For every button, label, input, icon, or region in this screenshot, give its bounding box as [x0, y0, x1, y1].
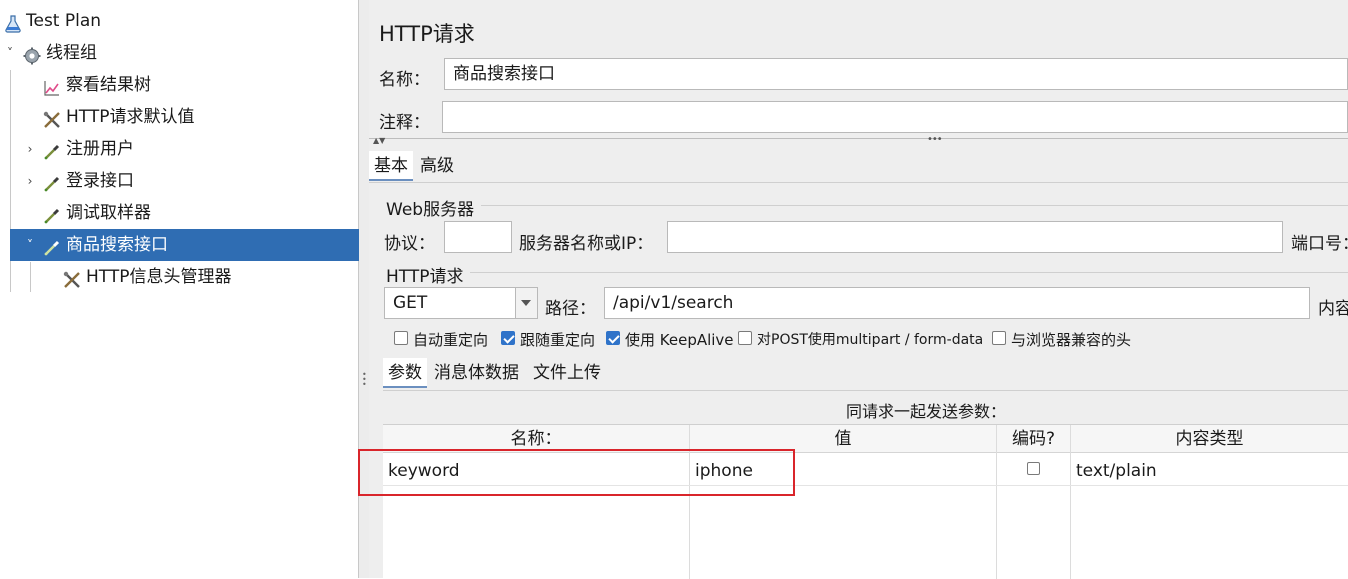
tree-item-test-plan[interactable]: Test Plan — [0, 5, 358, 37]
pipette-icon — [43, 236, 61, 256]
section-rule — [470, 272, 1348, 273]
tree-item-product-search-api[interactable]: ˅ 商品搜索接口 — [10, 229, 359, 261]
tab-divider — [369, 182, 1348, 183]
section-rule — [481, 205, 1348, 206]
tree-item-http-header-manager[interactable]: HTTP信息头管理器 — [0, 261, 358, 293]
browser-compatible-headers-checkbox[interactable] — [992, 331, 1006, 345]
multipart-label: 对POST使用multipart / form-data — [757, 332, 984, 348]
server-field[interactable] — [667, 221, 1283, 253]
gear-icon — [23, 44, 41, 65]
tree-item-debug-sampler[interactable]: 调试取样器 — [0, 197, 358, 229]
tab-advanced[interactable]: 高级 — [415, 151, 459, 181]
tree-item-label: 调试取样器 — [66, 203, 151, 223]
path-field[interactable]: /api/v1/search — [604, 287, 1310, 319]
content-encoding-label: 内容 — [1318, 299, 1348, 319]
page-title: HTTP请求 — [379, 22, 475, 46]
tools-icon — [43, 108, 61, 128]
tree-item-thread-group[interactable]: ˅ 线程组 — [0, 37, 358, 69]
follow-redirects-label: 跟随重定向 — [520, 331, 596, 349]
keepalive-label: 使用 KeepAlive — [625, 331, 734, 349]
tree-item-label: HTTP信息头管理器 — [86, 267, 232, 287]
browser-compatible-headers-label: 与浏览器兼容的头 — [1011, 331, 1132, 349]
splitter-grip-icon: • • • — [362, 370, 367, 389]
method-select[interactable]: GET — [384, 287, 538, 319]
multipart-checkbox[interactable] — [738, 331, 752, 345]
tab-basic[interactable]: 基本 — [369, 151, 413, 181]
tree-item-label: 注册用户 — [66, 139, 134, 159]
tab-parameters[interactable]: 参数 — [383, 358, 427, 388]
name-field[interactable]: 商品搜索接口 — [444, 58, 1348, 90]
param-content-type-cell[interactable]: text/plain — [1076, 457, 1157, 485]
keepalive-checkbox[interactable] — [606, 331, 620, 345]
http-request-section-title: HTTP请求 — [386, 267, 464, 287]
tree-item-label: HTTP请求默认值 — [66, 107, 195, 127]
tab-body-data[interactable]: 消息体数据 — [429, 358, 524, 388]
method-value: GET — [393, 293, 428, 313]
path-label: 路径： — [545, 299, 596, 319]
params-caption: 同请求一起发送参数： — [846, 402, 1007, 421]
chevron-right-icon[interactable]: › — [24, 165, 36, 197]
param-encode-checkbox[interactable] — [1027, 462, 1040, 475]
tools-icon — [63, 268, 81, 288]
auto-redirect-label: 自动重定向 — [413, 331, 489, 349]
follow-redirects-checkbox[interactable] — [501, 331, 515, 345]
auto-redirect-checkbox[interactable] — [394, 331, 408, 345]
name-label: 名称： — [379, 70, 430, 90]
divider-grip-icon[interactable]: ••• — [927, 134, 943, 145]
port-label: 端口号： — [1291, 234, 1348, 254]
collapse-arrows-icon[interactable]: ▲▼ — [373, 136, 385, 145]
parameters-table: 名称： 值 编码? 内容类型 keyword iphone text/plain — [383, 424, 1348, 579]
protocol-label: 协议： — [384, 234, 435, 254]
test-plan-tree: Test Plan ˅ 线程组 察看结果树 HTTP请求默认值 › 注册用户 ›… — [0, 0, 359, 578]
chevron-down-icon — [521, 300, 531, 306]
comment-label: 注释： — [379, 113, 430, 133]
tree-item-label: 登录接口 — [66, 171, 134, 191]
tab-file-upload[interactable]: 文件上传 — [528, 358, 606, 388]
tree-item-label: 察看结果树 — [66, 75, 151, 95]
chart-icon — [43, 76, 61, 96]
pipette-icon — [43, 140, 61, 160]
flask-icon — [4, 12, 22, 33]
tab-divider — [383, 390, 1348, 391]
pipette-icon — [43, 172, 61, 192]
tree-item-label: 线程组 — [46, 43, 97, 63]
annotation-highlight-box — [358, 449, 795, 496]
tree-item-http-defaults[interactable]: HTTP请求默认值 — [0, 101, 358, 133]
tree-item-view-results-tree[interactable]: 察看结果树 — [0, 69, 358, 101]
tree-item-label: 商品搜索接口 — [66, 235, 168, 255]
chevron-down-icon[interactable]: ˅ — [4, 37, 16, 69]
chevron-right-icon[interactable]: › — [24, 133, 36, 165]
comment-field[interactable] — [442, 101, 1348, 133]
chevron-down-icon[interactable]: ˅ — [24, 229, 36, 261]
protocol-field[interactable] — [444, 221, 512, 253]
tree-item-register-user[interactable]: › 注册用户 — [0, 133, 358, 165]
tree-item-login-api[interactable]: › 登录接口 — [0, 165, 358, 197]
tree-item-label: Test Plan — [26, 11, 102, 31]
server-label: 服务器名称或IP： — [519, 234, 654, 254]
pipette-icon — [43, 204, 61, 224]
web-server-section-title: Web服务器 — [386, 200, 475, 220]
divider — [369, 138, 1348, 139]
